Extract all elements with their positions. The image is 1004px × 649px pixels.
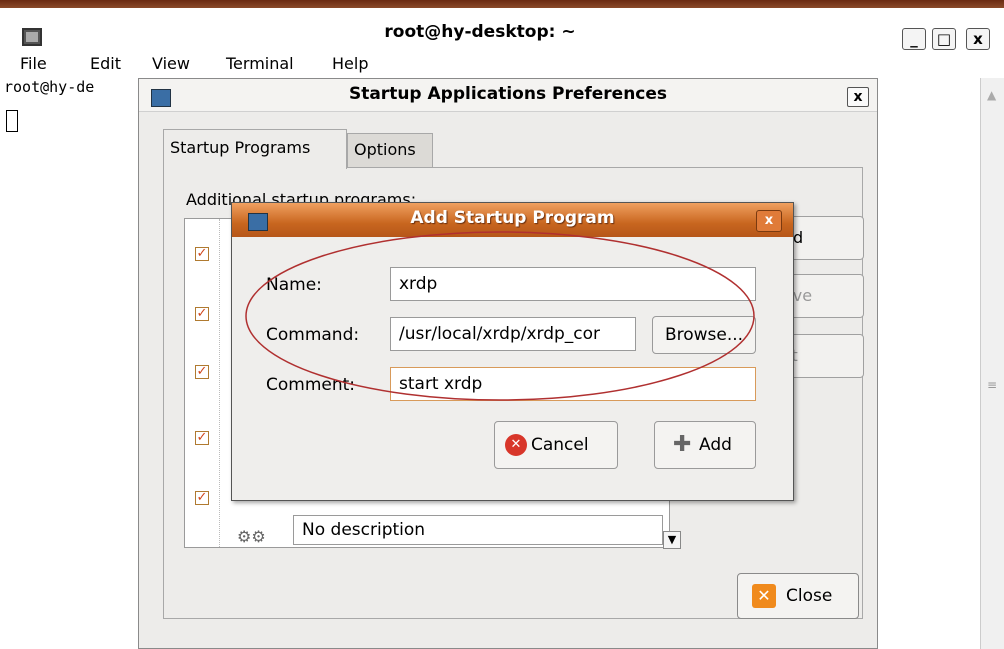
program-enabled-checkbox[interactable]: ✓ — [195, 431, 209, 445]
list-column-divider — [219, 219, 220, 547]
menu-view[interactable]: View — [152, 54, 190, 73]
add-dialog-title: Add Startup Program — [410, 208, 615, 228]
add-dialog-titlebar[interactable]: Add Startup Program x — [232, 203, 793, 237]
add-program-label: d — [793, 228, 804, 247]
gears-icon: ⚙⚙ — [237, 527, 266, 546]
cancel-button-label: Cancel — [531, 435, 589, 455]
terminal-title: root@hy-desktop: ~ — [384, 22, 576, 42]
prefs-title: Startup Applications Preferences — [348, 84, 668, 104]
command-field[interactable]: /usr/local/xrdp/xrdp_cor — [390, 317, 636, 351]
menu-edit[interactable]: Edit — [90, 54, 121, 73]
terminal-cursor — [6, 110, 18, 132]
program-enabled-checkbox[interactable]: ✓ — [195, 491, 209, 505]
add-startup-program-dialog: Add Startup Program x Name: xrdp Command… — [231, 202, 794, 501]
close-icon: ✕ — [752, 584, 776, 608]
cancel-icon: ✕ — [505, 434, 527, 456]
plus-icon: ✚ — [673, 432, 692, 457]
prefs-titlebar[interactable]: Startup Applications Preferences x — [139, 79, 877, 112]
tab-options[interactable]: Options — [347, 133, 433, 167]
add-button[interactable]: ✚ Add — [654, 421, 756, 469]
close-button[interactable]: x — [966, 28, 990, 50]
close-button[interactable]: ✕ Close — [737, 573, 859, 619]
comment-field[interactable]: start xrdp — [390, 367, 756, 401]
program-enabled-checkbox[interactable]: ✓ — [195, 365, 209, 379]
prefs-close-icon[interactable]: x — [847, 87, 869, 107]
comment-label: Comment: — [266, 375, 356, 395]
minimize-button[interactable]: _ — [902, 28, 926, 50]
terminal-prompt: root@hy-de — [4, 78, 95, 96]
scroll-up-icon[interactable]: ▲ — [987, 88, 996, 102]
name-label: Name: — [266, 275, 322, 295]
maximize-button[interactable]: □ — [932, 28, 956, 50]
cancel-button[interactable]: ✕ Cancel — [494, 421, 618, 469]
terminal-scrollbar[interactable]: ▲ ≡ — [980, 78, 1004, 649]
terminal-titlebar[interactable]: root@hy-desktop: ~ _ □ x — [0, 8, 1004, 50]
chevron-down-icon[interactable]: ▼ — [663, 531, 681, 549]
program-enabled-checkbox[interactable]: ✓ — [195, 247, 209, 261]
add-dialog-close-icon[interactable]: x — [756, 210, 782, 232]
program-description: No description — [293, 515, 663, 545]
name-field[interactable]: xrdp — [390, 267, 756, 301]
menu-terminal[interactable]: Terminal — [226, 54, 294, 73]
browse-button[interactable]: Browse... — [652, 316, 756, 354]
add-button-label: Add — [699, 435, 732, 455]
close-button-label: Close — [786, 586, 833, 606]
menu-help[interactable]: Help — [332, 54, 368, 73]
menu-file[interactable]: File — [20, 54, 47, 73]
terminal-menubar: File Edit View Terminal Help — [0, 54, 1004, 76]
program-enabled-checkbox[interactable]: ✓ — [195, 307, 209, 321]
window-top-strip — [0, 0, 1004, 8]
tab-startup-programs[interactable]: Startup Programs — [163, 129, 347, 169]
scroll-grip-icon[interactable]: ≡ — [987, 378, 997, 392]
command-label: Command: — [266, 325, 360, 345]
